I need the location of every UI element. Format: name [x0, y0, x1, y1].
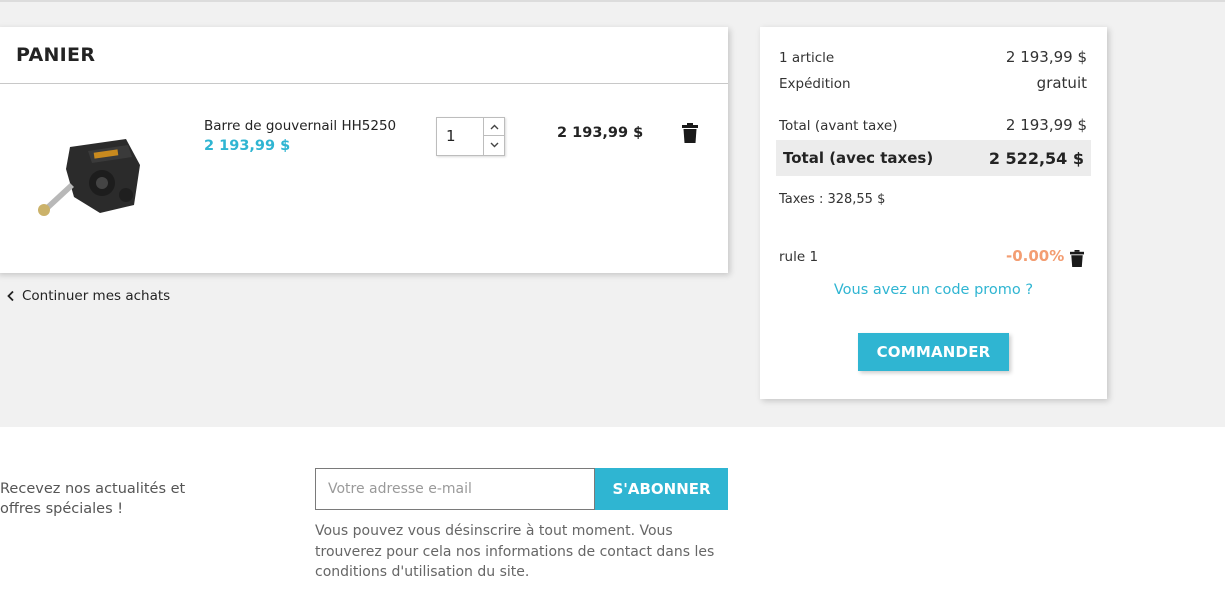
quantity-decrease-button[interactable] — [484, 136, 504, 154]
newsletter-email-input[interactable] — [315, 468, 595, 510]
shipping-value: gratuit — [1036, 74, 1087, 92]
promo-code-link[interactable]: Vous avez un code promo ? — [760, 282, 1107, 298]
quantity-buttons — [483, 118, 504, 155]
subtotal-value: 2 193,99 $ — [1005, 116, 1087, 134]
quantity-increase-button[interactable] — [484, 118, 504, 136]
trash-icon[interactable] — [682, 123, 698, 143]
chevron-left-icon — [7, 290, 14, 302]
page-title: PANIER — [16, 44, 96, 66]
checkout-button[interactable]: COMMANDER — [858, 333, 1009, 371]
subtotal-label: Total (avant taxe) — [779, 118, 898, 134]
product-name-link[interactable]: Barre de gouvernail HH5250 — [204, 118, 396, 134]
total-label: Total (avec taxes) — [783, 149, 934, 167]
product-unit-price: 2 193,99 $ — [204, 138, 291, 154]
continue-shopping-label: Continuer mes achats — [22, 288, 171, 304]
cart-divider — [0, 83, 728, 84]
subscribe-button[interactable]: S'ABONNER — [595, 468, 728, 510]
summary-articles-row: 1 article 2 193,99 $ — [779, 48, 1087, 66]
trash-icon[interactable] — [1070, 250, 1084, 267]
chevron-up-icon — [490, 124, 498, 129]
voucher-rule-label: rule 1 — [779, 249, 819, 265]
newsletter-note: Vous pouvez vous désinscrire à tout mome… — [315, 523, 715, 580]
total-value: 2 522,54 $ — [988, 148, 1084, 168]
cart-summary: 1 article 2 193,99 $ Expédition gratuit … — [760, 27, 1107, 399]
quantity-stepper[interactable]: 1 — [436, 117, 505, 156]
summary-subtotal-row: Total (avant taxe) 2 193,99 $ — [779, 116, 1087, 134]
cart-panel: PANIER Barre de gouvernail HH5250 2 193,… — [0, 27, 728, 273]
summary-total-row: Total (avec taxes) 2 522,54 $ — [776, 140, 1091, 176]
shipping-label: Expédition — [779, 76, 851, 92]
voucher-rule-value: -0.00% — [1006, 247, 1065, 265]
newsletter-text: Recevez nos actualités et offres spécial… — [0, 481, 186, 517]
product-image[interactable] — [30, 117, 148, 235]
chevron-down-icon — [490, 142, 498, 148]
quantity-value[interactable]: 1 — [446, 127, 456, 145]
summary-shipping-row: Expédition gratuit — [779, 74, 1087, 92]
continue-shopping-link[interactable]: Continuer mes achats — [6, 288, 170, 304]
articles-count-label: 1 article — [779, 50, 835, 66]
articles-subtotal: 2 193,99 $ — [1005, 48, 1087, 66]
taxes-text: Taxes : 328,55 $ — [779, 192, 886, 207]
line-total-price: 2 193,99 $ — [557, 125, 644, 141]
